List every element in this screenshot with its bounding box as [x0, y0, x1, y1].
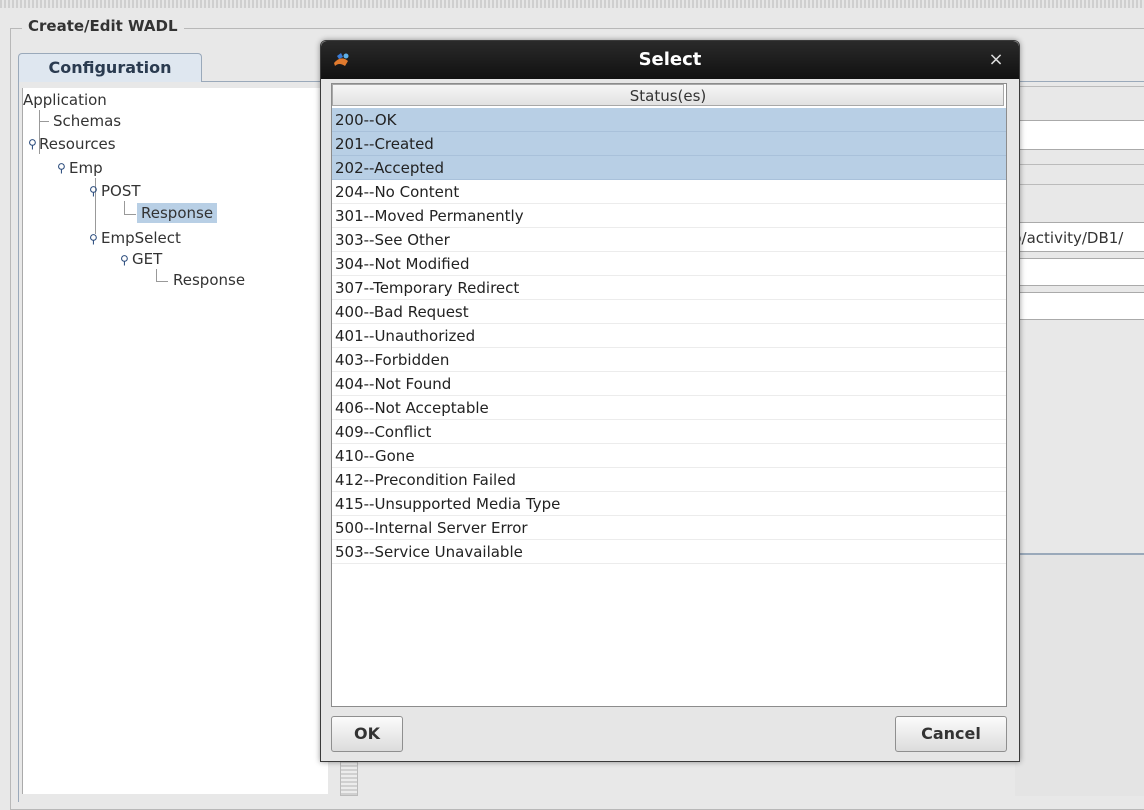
tab-configuration[interactable]: Configuration [18, 53, 202, 82]
status-list-item[interactable]: 200--OK [332, 108, 1006, 132]
status-list-item[interactable]: 202--Accepted [332, 156, 1006, 180]
tree-node-get[interactable]: GET [132, 249, 162, 269]
status-list-item[interactable]: 307--Temporary Redirect [332, 276, 1006, 300]
status-list-item[interactable]: 503--Service Unavailable [332, 540, 1006, 564]
status-list-item[interactable]: 204--No Content [332, 180, 1006, 204]
tree-connector [156, 269, 157, 281]
status-list-item[interactable]: 410--Gone [332, 444, 1006, 468]
status-list: Status(es) 200--OK 201--Created 202--Accep… [331, 83, 1007, 707]
tree-connector [156, 281, 168, 282]
tree-node-post[interactable]: POST [101, 181, 141, 201]
status-list-item[interactable]: 403--Forbidden [332, 348, 1006, 372]
status-list-item[interactable]: 401--Unauthorized [332, 324, 1006, 348]
select-status-dialog: Select × Status(es) 200--OK 201--Created 2… [320, 40, 1020, 762]
tree-node-schemas[interactable]: Schemas [53, 111, 121, 131]
tree-node-empselect[interactable]: EmpSelect [101, 228, 181, 248]
group-title: Create/Edit WADL [22, 17, 184, 35]
cancel-button[interactable]: Cancel [895, 716, 1007, 752]
form-separator [1015, 164, 1144, 165]
tree-node-post-response[interactable]: Response [137, 203, 218, 223]
status-list-item[interactable]: 406--Not Acceptable [332, 396, 1006, 420]
status-list-item[interactable]: 301--Moved Permanently [332, 204, 1006, 228]
resource-tree: Application Schemas ⚲ Resources ⚲ Emp ⚲ … [22, 88, 328, 794]
status-list-item[interactable]: 304--Not Modified [332, 252, 1006, 276]
status-list-item[interactable]: 400--Bad Request [332, 300, 1006, 324]
form-separator [1015, 86, 1144, 87]
close-icon[interactable]: × [985, 49, 1007, 71]
tree-expand-icon[interactable]: ⚲ [89, 185, 98, 197]
tree-expand-icon[interactable]: ⚲ [120, 254, 129, 266]
status-list-item[interactable]: 409--Conflict [332, 420, 1006, 444]
tree-expand-icon[interactable]: ⚲ [28, 138, 37, 150]
form-field[interactable] [1015, 292, 1144, 320]
tree-expand-icon[interactable]: ⚲ [89, 233, 98, 245]
tree-node-get-response[interactable]: Response [173, 270, 245, 290]
tree-expand-icon[interactable]: ⚲ [57, 162, 66, 174]
tree-connector [124, 201, 125, 214]
dialog-title: Select [638, 49, 702, 70]
form-field[interactable] [1015, 258, 1144, 286]
tree-node-application[interactable]: Application [23, 90, 107, 110]
column-header-statuses[interactable]: Status(es) [332, 84, 1004, 106]
status-list-item[interactable]: 201--Created [332, 132, 1006, 156]
status-list-item[interactable]: 500--Internal Server Error [332, 516, 1006, 540]
form-separator [1015, 184, 1144, 185]
split-pane-divider[interactable] [340, 758, 358, 796]
ok-button[interactable]: OK [331, 716, 403, 752]
status-list-item[interactable]: 415--Unsupported Media Type [332, 492, 1006, 516]
tree-node-resources[interactable]: Resources [39, 134, 116, 154]
tree-node-emp[interactable]: Emp [69, 158, 103, 178]
status-list-item[interactable]: 303--See Other [332, 228, 1006, 252]
tree-connector [39, 121, 49, 122]
tree-connector [124, 214, 136, 215]
lower-panel [1015, 553, 1144, 796]
status-list-item[interactable]: 404--Not Found [332, 372, 1006, 396]
path-field-value: b/activity/DB1/ [1012, 229, 1124, 247]
form-field[interactable] [1015, 120, 1144, 150]
status-list-item[interactable]: 412--Precondition Failed [332, 468, 1006, 492]
window-top-border [0, 0, 1144, 8]
